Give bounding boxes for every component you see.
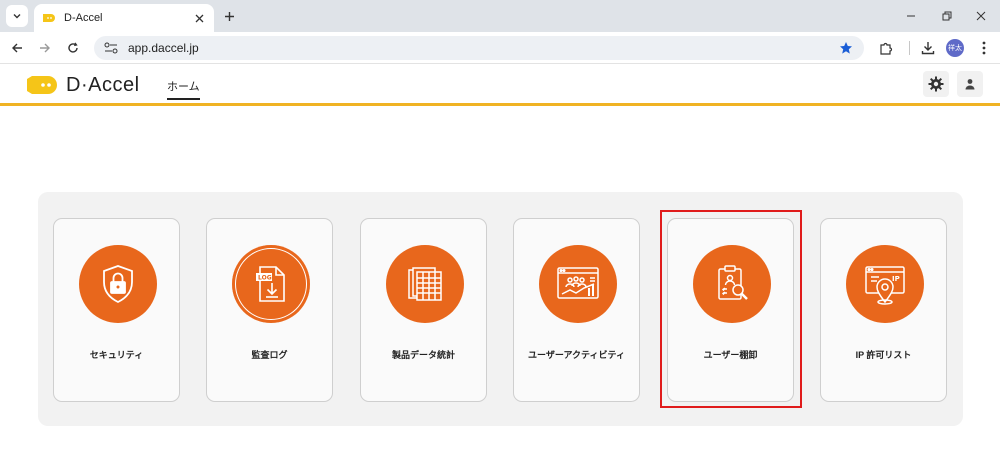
browser-menu-button[interactable] xyxy=(974,38,994,58)
card-security[interactable]: セキュリティ xyxy=(53,218,180,402)
browser-tab[interactable]: D-Accel xyxy=(34,4,214,32)
shield-lock-icon xyxy=(103,265,133,304)
card-user-inventory[interactable]: ユーザー棚卸 xyxy=(667,218,794,402)
card-ip-allowlist[interactable]: IP IP 許可リスト xyxy=(820,218,947,402)
kebab-menu-icon xyxy=(982,41,986,55)
card-icon-circle: IP xyxy=(846,245,924,323)
minimize-button[interactable] xyxy=(900,6,922,26)
card-label: ユーザーアクティビティ xyxy=(528,350,625,360)
extensions-button[interactable] xyxy=(876,38,896,58)
browser-tabstrip: D-Accel xyxy=(0,0,1000,32)
restore-button[interactable] xyxy=(936,6,958,26)
forward-button[interactable] xyxy=(35,38,55,58)
tab-search-button[interactable] xyxy=(6,5,28,27)
toolbar-divider xyxy=(909,41,910,55)
card-label: セキュリティ xyxy=(89,350,144,360)
close-icon xyxy=(976,11,986,21)
card-label: IP 許可リスト xyxy=(855,350,912,360)
browser-toolbar: app.daccel.jp 祥太 xyxy=(0,32,1000,64)
card-label: ユーザー棚卸 xyxy=(703,350,758,360)
restore-icon xyxy=(942,11,952,21)
card-icon-circle xyxy=(79,245,157,323)
card-icon-circle xyxy=(693,245,771,323)
clipboard-user-search-icon xyxy=(718,265,748,300)
card-label: 監査ログ xyxy=(251,350,288,360)
chevron-down-icon xyxy=(13,14,21,19)
svg-text:IP: IP xyxy=(892,275,900,283)
card-user-activity[interactable]: ユーザーアクティビティ xyxy=(513,218,640,402)
card-icon-circle xyxy=(539,245,617,323)
ip-location-icon: IP xyxy=(865,266,905,305)
minimize-icon xyxy=(907,15,915,17)
user-icon xyxy=(965,79,975,90)
card-icon-circle: LOG xyxy=(232,245,310,323)
spreadsheet-icon xyxy=(408,267,442,301)
site-info-icon[interactable] xyxy=(104,40,120,56)
new-tab-button[interactable] xyxy=(219,6,239,26)
back-button[interactable] xyxy=(7,38,27,58)
app-header: D·Accel ホーム xyxy=(0,65,1000,106)
downloads-button[interactable] xyxy=(918,38,938,58)
logo-text: D·Accel xyxy=(66,73,140,96)
address-bar[interactable]: app.daccel.jp xyxy=(94,36,864,60)
url-text: app.daccel.jp xyxy=(128,41,199,55)
svg-text:LOG: LOG xyxy=(258,275,272,282)
arrow-left-icon xyxy=(12,43,22,53)
account-button[interactable] xyxy=(957,71,983,97)
menu-panel: セキュリティ LOG 監査ログ 製品データ統計 ユーザーアクティビティ ユーザー… xyxy=(38,192,963,426)
arrow-right-icon xyxy=(40,43,50,53)
card-product-data-stats[interactable]: 製品データ統計 xyxy=(360,218,487,402)
gear-icon xyxy=(928,76,944,92)
tab-title: D-Accel xyxy=(64,12,103,24)
bookmark-star-icon[interactable] xyxy=(838,40,854,56)
log-download-icon: LOG xyxy=(256,266,285,302)
card-audit-log[interactable]: LOG 監査ログ xyxy=(206,218,333,402)
settings-button[interactable] xyxy=(923,71,949,97)
download-icon xyxy=(921,42,935,55)
close-tab-icon[interactable] xyxy=(192,11,206,25)
card-label: 製品データ統計 xyxy=(391,350,455,360)
nav-home-tab[interactable]: ホーム xyxy=(167,78,200,100)
logo-mark-icon xyxy=(27,76,57,94)
card-icon-circle xyxy=(386,245,464,323)
reload-button[interactable] xyxy=(63,38,83,58)
reload-icon xyxy=(68,42,78,53)
plus-icon xyxy=(224,11,234,21)
puzzle-icon xyxy=(880,42,893,55)
activity-dashboard-icon xyxy=(557,267,599,299)
favicon-icon xyxy=(42,11,56,25)
app-logo[interactable]: D·Accel xyxy=(26,73,140,97)
profile-avatar[interactable]: 祥太 xyxy=(946,39,964,57)
close-window-button[interactable] xyxy=(970,6,992,26)
